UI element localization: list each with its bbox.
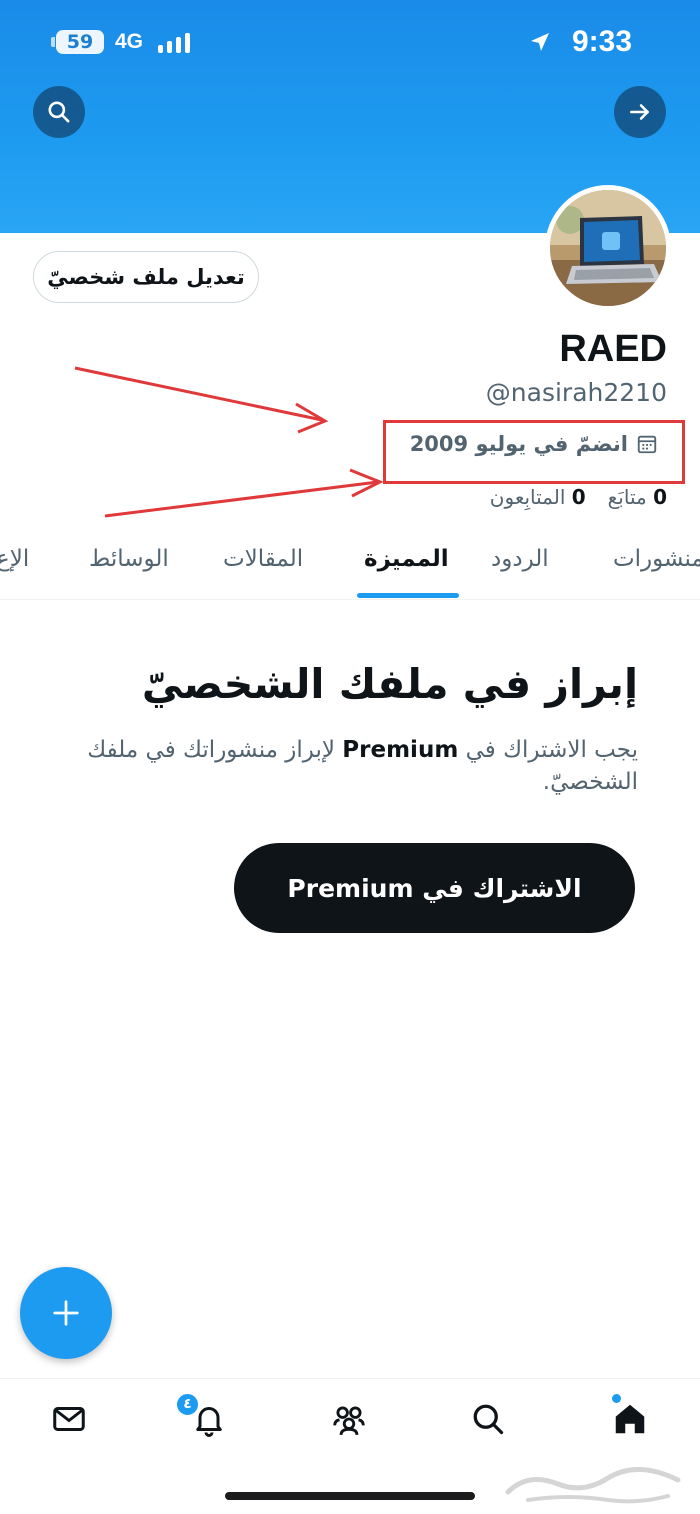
subscribe-premium-button[interactable]: الاشتراك في Premium (234, 843, 635, 933)
edit-profile-button[interactable]: تعديل ملف شخصيّ (33, 251, 259, 303)
nav-communities[interactable] (329, 1399, 369, 1439)
tab-posts[interactable]: منشورات (613, 546, 700, 572)
back-button[interactable] (614, 86, 666, 138)
battery-indicator: 59 (56, 30, 104, 54)
desc-before: يجب الاشتراك في (465, 737, 638, 763)
communities-icon (333, 1406, 365, 1435)
nav-home[interactable] (610, 1399, 650, 1439)
home-indicator (225, 1492, 475, 1500)
followers-count: 0 (571, 485, 586, 509)
avatar[interactable] (545, 185, 671, 311)
profile-tabs: منشورات الردود المميزة المقالات الوسائط … (0, 534, 700, 600)
highlights-title: إبراز في ملفك الشخصيّ (141, 660, 638, 708)
desc-brand: Premium (342, 737, 459, 763)
tab-media[interactable]: الوسائط (89, 546, 169, 572)
nav-search[interactable] (468, 1399, 508, 1439)
signal-icon (158, 31, 198, 53)
search-icon (48, 101, 70, 123)
highlights-description: يجب الاشتراك في Premium لإبراز منشوراتك … (78, 734, 638, 798)
following-count-link[interactable]: 0 متابَع (608, 485, 667, 509)
followers-label: المتابِعون (489, 485, 566, 509)
home-new-dot (612, 1394, 621, 1403)
tab-highlights[interactable]: المميزة (364, 546, 449, 572)
search-icon (473, 1404, 504, 1435)
network-type: 4G (115, 30, 144, 53)
clock: 9:33 (571, 25, 632, 58)
tab-replies[interactable]: الردود (491, 546, 549, 572)
user-handle: @nasirah2210 (485, 378, 667, 407)
home-icon (615, 1404, 645, 1434)
follow-stats: 0 متابَع 0 المتابِعون (490, 485, 667, 509)
compose-button[interactable] (20, 1267, 112, 1359)
followers-count-link[interactable]: 0 المتابِعون (490, 485, 586, 509)
mail-icon (53, 1407, 85, 1431)
tab-likes[interactable]: الإع (0, 546, 29, 572)
search-button[interactable] (33, 86, 85, 138)
following-count: 0 (653, 485, 667, 509)
battery-tip (51, 37, 55, 47)
nav-messages[interactable] (49, 1399, 89, 1439)
tab-articles[interactable]: المقالات (223, 546, 303, 572)
avatar-laptop-image (550, 190, 666, 306)
following-label: متابَع (607, 485, 647, 509)
plus-icon (53, 1300, 79, 1326)
notification-badge: ٤ (175, 1392, 200, 1417)
location-arrow-icon (531, 33, 549, 51)
status-bar: 59 4G 9:33 (0, 22, 700, 62)
display-name: RAED (559, 328, 667, 370)
annotation-box (383, 420, 685, 484)
active-tab-indicator (357, 593, 459, 598)
arrow-right-icon (630, 104, 649, 120)
watermark-logo (505, 1467, 681, 1504)
